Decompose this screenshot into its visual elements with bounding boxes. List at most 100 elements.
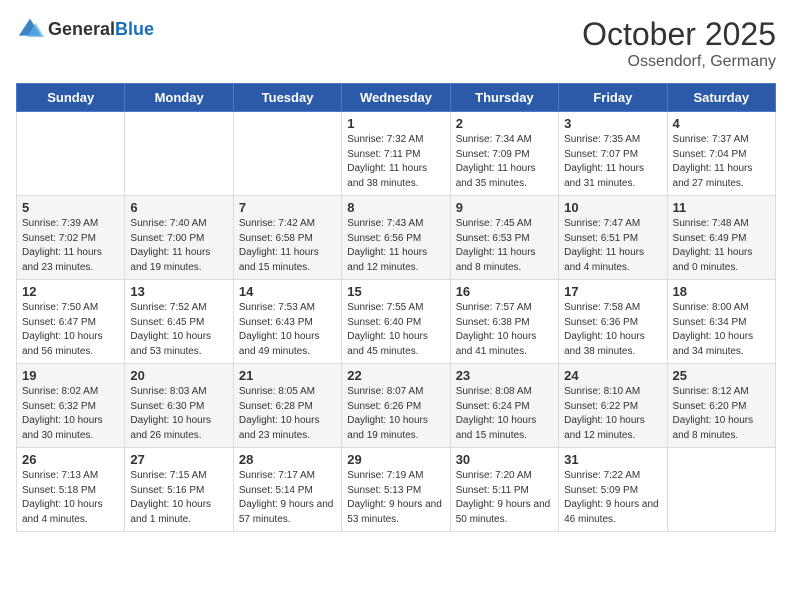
calendar-cell: 15Sunrise: 7:55 AM Sunset: 6:40 PM Dayli…	[342, 280, 450, 364]
calendar-cell: 22 Sunrise: 8:07 AM Sunset: 6:26 PM Dayli…	[342, 364, 450, 448]
day-number: 28	[239, 452, 336, 467]
day-info: Sunrise: 7:20 AM Sunset: 5:11 PM Dayligh…	[456, 469, 553, 527]
day-number: 4	[673, 116, 770, 131]
day-number: 14	[239, 284, 336, 299]
day-info: Sunrise: 7:32 AM Sunset: 7:11 PM Dayligh…	[347, 133, 444, 191]
logo: GeneralBlue	[16, 16, 154, 44]
day-info: Sunrise: 7:52 AM Sunset: 6:45 PM Dayligh…	[130, 301, 227, 359]
day-number: 15	[347, 284, 444, 299]
day-number: 17	[564, 284, 661, 299]
day-number: 12	[22, 284, 119, 299]
calendar-cell: 4 Sunrise: 7:37 AM Sunset: 7:04 PM Daylig…	[667, 112, 775, 196]
day-info: Sunrise: 8:03 AM Sunset: 6:30 PM Dayligh…	[130, 385, 227, 443]
day-number: 21	[239, 368, 336, 383]
day-info: Sunrise: 7:58 AM Sunset: 6:36 PM Dayligh…	[564, 301, 661, 359]
page-header: GeneralBlue October 2025 Ossendorf, Germ…	[16, 16, 776, 71]
day-number: 13	[130, 284, 227, 299]
calendar-cell: 2 Sunrise: 7:34 AM Sunset: 7:09 PM Daylig…	[450, 112, 558, 196]
calendar-cell: 6 Sunrise: 7:40 AM Sunset: 7:00 PM Daylig…	[125, 196, 233, 280]
weekday-header: Saturday	[667, 84, 775, 112]
calendar-cell: 23 Sunrise: 8:08 AM Sunset: 6:24 PM Dayli…	[450, 364, 558, 448]
day-number: 3	[564, 116, 661, 131]
calendar-cell: 24 Sunrise: 8:10 AM Sunset: 6:22 PM Dayli…	[559, 364, 667, 448]
day-info: Sunrise: 7:40 AM Sunset: 7:00 PM Dayligh…	[130, 217, 227, 275]
calendar-cell	[667, 448, 775, 532]
day-number: 25	[673, 368, 770, 383]
calendar-title: October 2025	[582, 16, 776, 53]
day-number: 20	[130, 368, 227, 383]
weekday-header: Wednesday	[342, 84, 450, 112]
day-number: 2	[456, 116, 553, 131]
calendar-cell	[233, 112, 341, 196]
calendar-cell: 11 Sunrise: 7:48 AM Sunset: 6:49 PM Dayli…	[667, 196, 775, 280]
day-info: Sunrise: 7:42 AM Sunset: 6:58 PM Dayligh…	[239, 217, 336, 275]
day-info: Sunrise: 7:15 AM Sunset: 5:16 PM Dayligh…	[130, 469, 227, 527]
day-number: 31	[564, 452, 661, 467]
day-info: Sunrise: 7:48 AM Sunset: 6:49 PM Dayligh…	[673, 217, 770, 275]
calendar-cell: 1 Sunrise: 7:32 AM Sunset: 7:11 PM Daylig…	[342, 112, 450, 196]
day-number: 8	[347, 200, 444, 215]
calendar-cell: 12Sunrise: 7:50 AM Sunset: 6:47 PM Dayli…	[17, 280, 125, 364]
day-number: 29	[347, 452, 444, 467]
calendar-cell: 31 Sunrise: 7:22 AM Sunset: 5:09 PM Dayli…	[559, 448, 667, 532]
calendar-week-row: 1 Sunrise: 7:32 AM Sunset: 7:11 PM Daylig…	[17, 112, 776, 196]
day-info: Sunrise: 7:37 AM Sunset: 7:04 PM Dayligh…	[673, 133, 770, 191]
day-info: Sunrise: 8:05 AM Sunset: 6:28 PM Dayligh…	[239, 385, 336, 443]
calendar-cell: 3Sunrise: 7:35 AM Sunset: 7:07 PM Daylig…	[559, 112, 667, 196]
weekday-header: Sunday	[17, 84, 125, 112]
day-number: 6	[130, 200, 227, 215]
calendar-cell: 18 Sunrise: 8:00 AM Sunset: 6:34 PM Dayli…	[667, 280, 775, 364]
calendar-cell: 28 Sunrise: 7:17 AM Sunset: 5:14 PM Dayli…	[233, 448, 341, 532]
weekday-header: Thursday	[450, 84, 558, 112]
day-info: Sunrise: 8:07 AM Sunset: 6:26 PM Dayligh…	[347, 385, 444, 443]
day-number: 5	[22, 200, 119, 215]
calendar-cell	[125, 112, 233, 196]
calendar-cell: 5Sunrise: 7:39 AM Sunset: 7:02 PM Daylig…	[17, 196, 125, 280]
calendar-cell: 17 Sunrise: 7:58 AM Sunset: 6:36 PM Dayli…	[559, 280, 667, 364]
calendar-week-row: 12Sunrise: 7:50 AM Sunset: 6:47 PM Dayli…	[17, 280, 776, 364]
calendar-cell: 20 Sunrise: 8:03 AM Sunset: 6:30 PM Dayli…	[125, 364, 233, 448]
day-number: 7	[239, 200, 336, 215]
day-info: Sunrise: 8:08 AM Sunset: 6:24 PM Dayligh…	[456, 385, 553, 443]
day-info: Sunrise: 7:57 AM Sunset: 6:38 PM Dayligh…	[456, 301, 553, 359]
day-info: Sunrise: 8:12 AM Sunset: 6:20 PM Dayligh…	[673, 385, 770, 443]
day-info: Sunrise: 8:02 AM Sunset: 6:32 PM Dayligh…	[22, 385, 119, 443]
day-info: Sunrise: 7:17 AM Sunset: 5:14 PM Dayligh…	[239, 469, 336, 527]
day-number: 24	[564, 368, 661, 383]
weekday-header: Friday	[559, 84, 667, 112]
logo-icon	[16, 16, 44, 44]
day-info: Sunrise: 7:43 AM Sunset: 6:56 PM Dayligh…	[347, 217, 444, 275]
day-info: Sunrise: 7:19 AM Sunset: 5:13 PM Dayligh…	[347, 469, 444, 527]
calendar-cell: 27Sunrise: 7:15 AM Sunset: 5:16 PM Dayli…	[125, 448, 233, 532]
calendar-week-row: 19Sunrise: 8:02 AM Sunset: 6:32 PM Dayli…	[17, 364, 776, 448]
calendar-cell: 14 Sunrise: 7:53 AM Sunset: 6:43 PM Dayli…	[233, 280, 341, 364]
day-info: Sunrise: 8:00 AM Sunset: 6:34 PM Dayligh…	[673, 301, 770, 359]
calendar-subtitle: Ossendorf, Germany	[582, 53, 776, 71]
calendar-cell: 9Sunrise: 7:45 AM Sunset: 6:53 PM Daylig…	[450, 196, 558, 280]
day-info: Sunrise: 7:13 AM Sunset: 5:18 PM Dayligh…	[22, 469, 119, 527]
calendar-cell: 26 Sunrise: 7:13 AM Sunset: 5:18 PM Dayli…	[17, 448, 125, 532]
day-number: 18	[673, 284, 770, 299]
day-number: 23	[456, 368, 553, 383]
weekday-header: Monday	[125, 84, 233, 112]
calendar-table: SundayMondayTuesdayWednesdayThursdayFrid…	[16, 83, 776, 532]
logo-text-general: General	[48, 19, 115, 39]
day-number: 1	[347, 116, 444, 131]
calendar-cell: 21 Sunrise: 8:05 AM Sunset: 6:28 PM Dayli…	[233, 364, 341, 448]
calendar-cell: 29 Sunrise: 7:19 AM Sunset: 5:13 PM Dayli…	[342, 448, 450, 532]
day-info: Sunrise: 7:22 AM Sunset: 5:09 PM Dayligh…	[564, 469, 661, 527]
day-info: Sunrise: 8:10 AM Sunset: 6:22 PM Dayligh…	[564, 385, 661, 443]
day-info: Sunrise: 7:53 AM Sunset: 6:43 PM Dayligh…	[239, 301, 336, 359]
day-number: 26	[22, 452, 119, 467]
day-number: 30	[456, 452, 553, 467]
day-number: 9	[456, 200, 553, 215]
day-info: Sunrise: 7:47 AM Sunset: 6:51 PM Dayligh…	[564, 217, 661, 275]
day-info: Sunrise: 7:34 AM Sunset: 7:09 PM Dayligh…	[456, 133, 553, 191]
calendar-cell: 30 Sunrise: 7:20 AM Sunset: 5:11 PM Dayli…	[450, 448, 558, 532]
title-block: October 2025 Ossendorf, Germany	[582, 16, 776, 71]
day-number: 11	[673, 200, 770, 215]
day-number: 10	[564, 200, 661, 215]
weekday-header: Tuesday	[233, 84, 341, 112]
calendar-week-row: 5Sunrise: 7:39 AM Sunset: 7:02 PM Daylig…	[17, 196, 776, 280]
day-number: 22	[347, 368, 444, 383]
